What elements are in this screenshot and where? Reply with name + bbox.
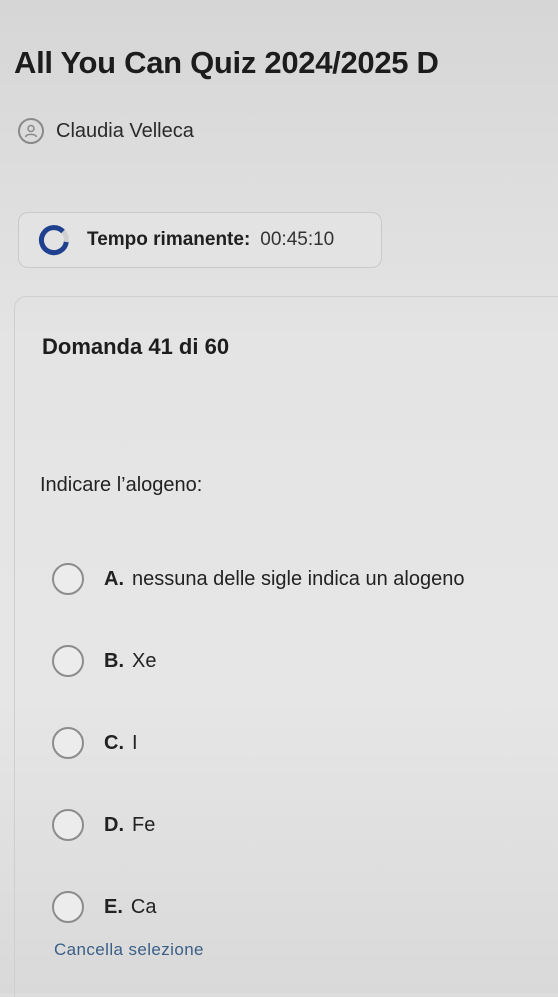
option-c[interactable]: C. I [52, 702, 532, 784]
option-text: Xe [132, 649, 157, 672]
user-name: Claudia Velleca [56, 119, 194, 142]
question-text: Indicare l’alogeno: [40, 474, 203, 496]
radio-button[interactable] [52, 563, 84, 595]
user-avatar-icon [18, 118, 44, 144]
user-info: Claudia Velleca [18, 118, 194, 144]
option-letter: D. [104, 813, 124, 836]
radio-button[interactable] [52, 809, 84, 841]
option-e[interactable]: E. Ca [52, 866, 532, 948]
option-letter: C. [104, 731, 124, 754]
timer-box: Tempo rimanente: 00:45:10 [18, 212, 382, 268]
option-letter: A. [104, 567, 124, 590]
option-letter: B. [104, 649, 124, 672]
option-b[interactable]: B. Xe [52, 620, 532, 702]
clear-selection-link[interactable]: Cancella selezione [54, 940, 204, 960]
option-text: Ca [130, 895, 157, 918]
option-text: I [132, 731, 138, 754]
option-d[interactable]: D. Fe [52, 784, 532, 866]
option-text: nessuna delle sigle indica un alogeno [132, 567, 465, 590]
timer-label: Tempo rimanente: [87, 229, 251, 250]
radio-button[interactable] [52, 645, 84, 677]
timer-value: 00:45:10 [260, 229, 335, 250]
option-a[interactable]: A. nessuna delle sigle indica un alogeno [52, 538, 532, 620]
question-number: Domanda 41 di 60 [42, 334, 230, 359]
answer-options: A. nessuna delle sigle indica un alogeno… [52, 538, 532, 948]
quiz-title: All You Can Quiz 2024/2025 D [14, 45, 439, 80]
option-letter: E. [104, 895, 123, 918]
radio-button[interactable] [52, 727, 84, 759]
radio-button[interactable] [52, 891, 84, 923]
option-text: Fe [132, 813, 156, 836]
timer-progress-icon [38, 225, 69, 256]
